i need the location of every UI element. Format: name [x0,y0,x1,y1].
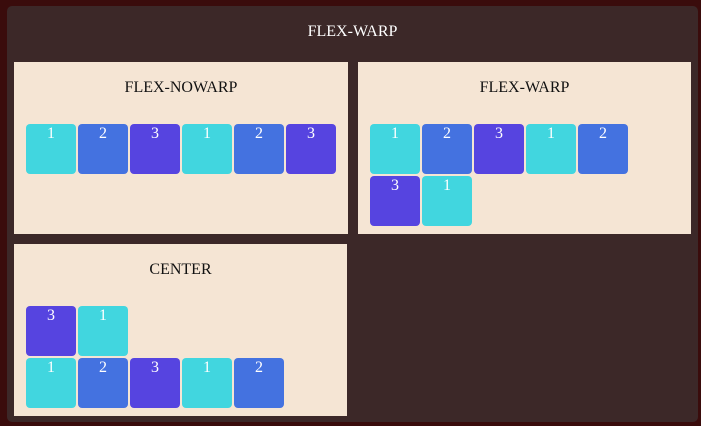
flex-wrap-container: 1 2 3 1 2 3 1 [370,124,628,228]
main-container: FLEX-WARP FLEX-NOWARP 1 2 3 1 2 3 FLEX-W… [7,6,698,422]
flex-item-3: 3 [130,124,180,174]
flex-item-1: 1 [422,176,472,226]
flex-item-2: 2 [578,124,628,174]
flex-item-2: 2 [234,358,284,408]
flex-item-1: 1 [182,124,232,174]
panel-flex-nowarp: FLEX-NOWARP 1 2 3 1 2 3 [14,62,348,234]
flex-item-1: 1 [78,306,128,356]
flex-item-3: 3 [130,358,180,408]
flex-row: 1 2 3 1 2 [26,358,284,408]
flex-item-2: 2 [78,124,128,174]
flex-row: 1 2 3 1 2 3 [26,124,336,174]
panel-title: FLEX-NOWARP [124,79,238,96]
panel-center: CENTER 3 1 1 2 3 1 2 [14,244,347,416]
flex-center-container: 3 1 1 2 3 1 2 [26,306,284,410]
flex-item-1: 1 [526,124,576,174]
flex-item-3: 3 [286,124,336,174]
flex-item-1: 1 [26,358,76,408]
page-title: FLEX-WARP [307,23,398,40]
flex-row: 1 2 3 1 2 [370,124,628,174]
panel-title: CENTER [149,261,212,278]
flex-item-1: 1 [370,124,420,174]
flex-item-3: 3 [26,306,76,356]
panel-title: FLEX-WARP [479,79,570,96]
flex-item-3: 3 [370,176,420,226]
panel-flex-warp: FLEX-WARP 1 2 3 1 2 3 1 [358,62,691,234]
flex-item-2: 2 [422,124,472,174]
flex-row: 3 1 [26,306,284,356]
flex-nowrap-container: 1 2 3 1 2 3 [26,124,336,176]
flex-item-2: 2 [78,358,128,408]
flex-item-2: 2 [234,124,284,174]
flex-row: 3 1 [370,176,628,226]
flex-item-1: 1 [26,124,76,174]
flex-item-1: 1 [182,358,232,408]
flex-item-3: 3 [474,124,524,174]
